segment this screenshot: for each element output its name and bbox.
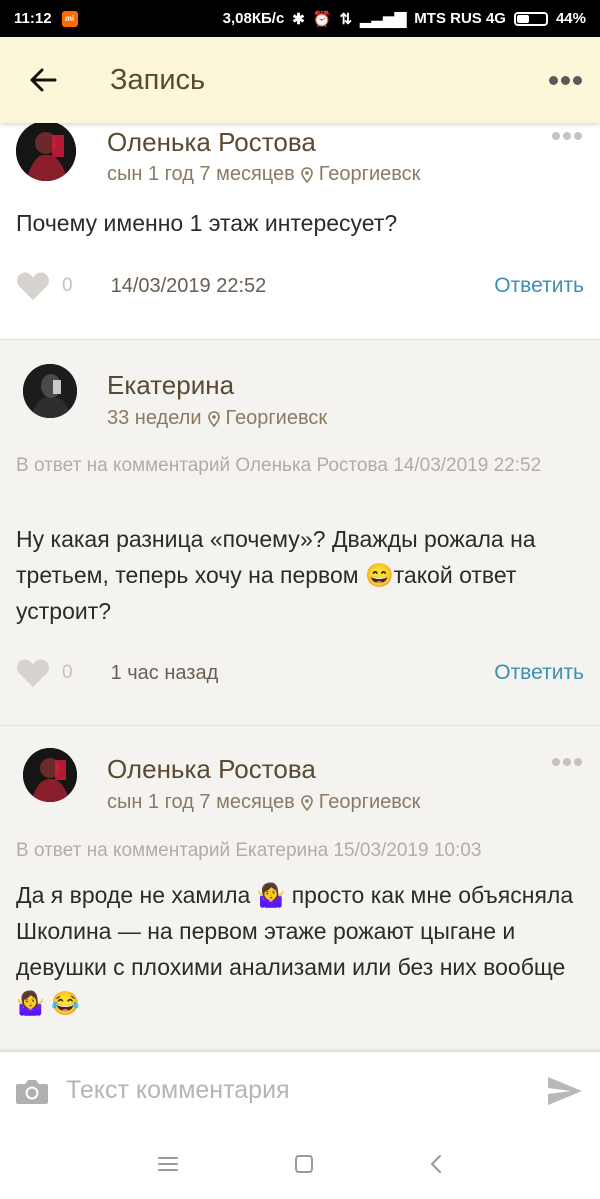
avatar-image [23, 748, 77, 802]
child-age: сын 1 год 7 месяцев [107, 791, 295, 813]
menu-icon[interactable] [157, 1155, 179, 1173]
arrow-left-icon [30, 68, 57, 92]
app-bar: Запись [0, 37, 600, 123]
comment-text: Почему именно 1 этаж интересует? [16, 210, 398, 236]
author-meta: сын 1 год 7 месяцев Георгиевск [107, 791, 420, 814]
comment-author[interactable]: Оленька Ростова [107, 127, 316, 158]
home-icon[interactable] [294, 1154, 314, 1174]
status-time: 11:12 [14, 10, 52, 27]
comment-time: 14/03/2019 22:52 [110, 274, 267, 297]
more-icon-dot [572, 75, 582, 85]
author-meta: 33 недели Георгиевск [107, 407, 327, 430]
alarm-icon: ⏰ [312, 10, 332, 28]
comments-feed[interactable]: Оленька Ростова сын 1 год 7 месяцев Геор… [0, 123, 600, 1051]
back-button[interactable] [0, 37, 86, 123]
more-icon-dot [574, 132, 582, 140]
status-battery: 44% [555, 10, 586, 27]
location-pin-icon [300, 166, 313, 183]
comment-author[interactable]: Оленька Ростова [107, 754, 316, 785]
avatar-image [16, 123, 76, 181]
author-city: Георгиевск [318, 791, 421, 813]
send-icon [548, 1076, 582, 1105]
status-carrier: MTS RUS 4G [414, 10, 506, 27]
data-transfer-icon: ⇅ [339, 10, 353, 28]
battery-icon [513, 11, 548, 26]
system-nav-bar [0, 1129, 600, 1199]
author-city: Георгиевск [225, 407, 328, 429]
avatar[interactable] [23, 748, 77, 802]
comment-more-button[interactable] [552, 132, 582, 140]
location-pin-icon [300, 794, 313, 811]
bluetooth-icon: ✱ [292, 10, 305, 28]
mi-app-icon: mi [61, 10, 78, 27]
comment-item: Оленька Ростова сын 1 год 7 месяцев Геор… [0, 725, 600, 1051]
more-icon-dot [552, 132, 560, 140]
more-menu-button[interactable] [530, 75, 600, 85]
status-bar: 11:12 mi 3,08КБ/с ✱ ⏰ ⇅ ▂▃▅▇ MTS RUS 4G … [0, 0, 600, 37]
comment-text: Да я вроде не хамила 🤷‍♀️ просто как мне… [16, 882, 574, 1016]
back-nav-icon[interactable] [429, 1154, 443, 1174]
comment-actions: 0 1 час назад Ответить [16, 655, 584, 691]
more-icon-dot [563, 132, 571, 140]
more-icon-dot [548, 75, 558, 85]
heart-icon[interactable] [16, 271, 50, 301]
location-pin-icon [207, 410, 220, 427]
comment-author[interactable]: Екатерина [107, 370, 234, 401]
like-count: 0 [62, 662, 73, 683]
comment-item: Оленька Ростова сын 1 год 7 месяцев Геор… [0, 123, 600, 339]
status-network-speed: 3,08КБ/с [222, 10, 285, 27]
reply-reference[interactable]: В ответ на комментарий Оленька Ростова 1… [16, 452, 586, 479]
comment-input[interactable] [64, 1075, 530, 1106]
more-icon-dot [560, 75, 570, 85]
avatar-image [23, 364, 77, 418]
reply-button[interactable]: Ответить [494, 661, 584, 685]
author-meta: сын 1 год 7 месяцев Георгиевск [107, 163, 420, 186]
more-icon-dot [574, 758, 582, 766]
more-icon-dot [552, 758, 560, 766]
comment-more-button[interactable] [552, 758, 582, 766]
signal-icon: ▂▃▅▇ [360, 10, 407, 28]
child-age: 33 недели [107, 407, 202, 429]
comment-time: 1 час назад [110, 661, 219, 684]
child-age: сын 1 год 7 месяцев [107, 163, 295, 185]
attach-photo-button[interactable] [0, 1077, 64, 1105]
avatar[interactable] [23, 364, 77, 418]
comment-text: Ну какая разница «почему»? Дважды рожала… [16, 526, 536, 624]
reply-button[interactable]: Ответить [494, 274, 584, 298]
more-icon-dot [563, 758, 571, 766]
comment-composer [0, 1051, 600, 1129]
like-count: 0 [62, 275, 73, 296]
comment-actions: 0 14/03/2019 22:52 Ответить [16, 268, 584, 304]
comment-item: Екатерина 33 недели Георгиевск В ответ н… [0, 339, 600, 725]
page-title: Запись [110, 63, 206, 96]
send-button[interactable] [530, 1076, 600, 1106]
camera-icon [16, 1079, 48, 1104]
author-city: Георгиевск [318, 163, 421, 185]
reply-reference[interactable]: В ответ на комментарий Екатерина 15/03/2… [16, 837, 586, 864]
heart-icon[interactable] [16, 658, 50, 688]
avatar[interactable] [16, 123, 76, 181]
